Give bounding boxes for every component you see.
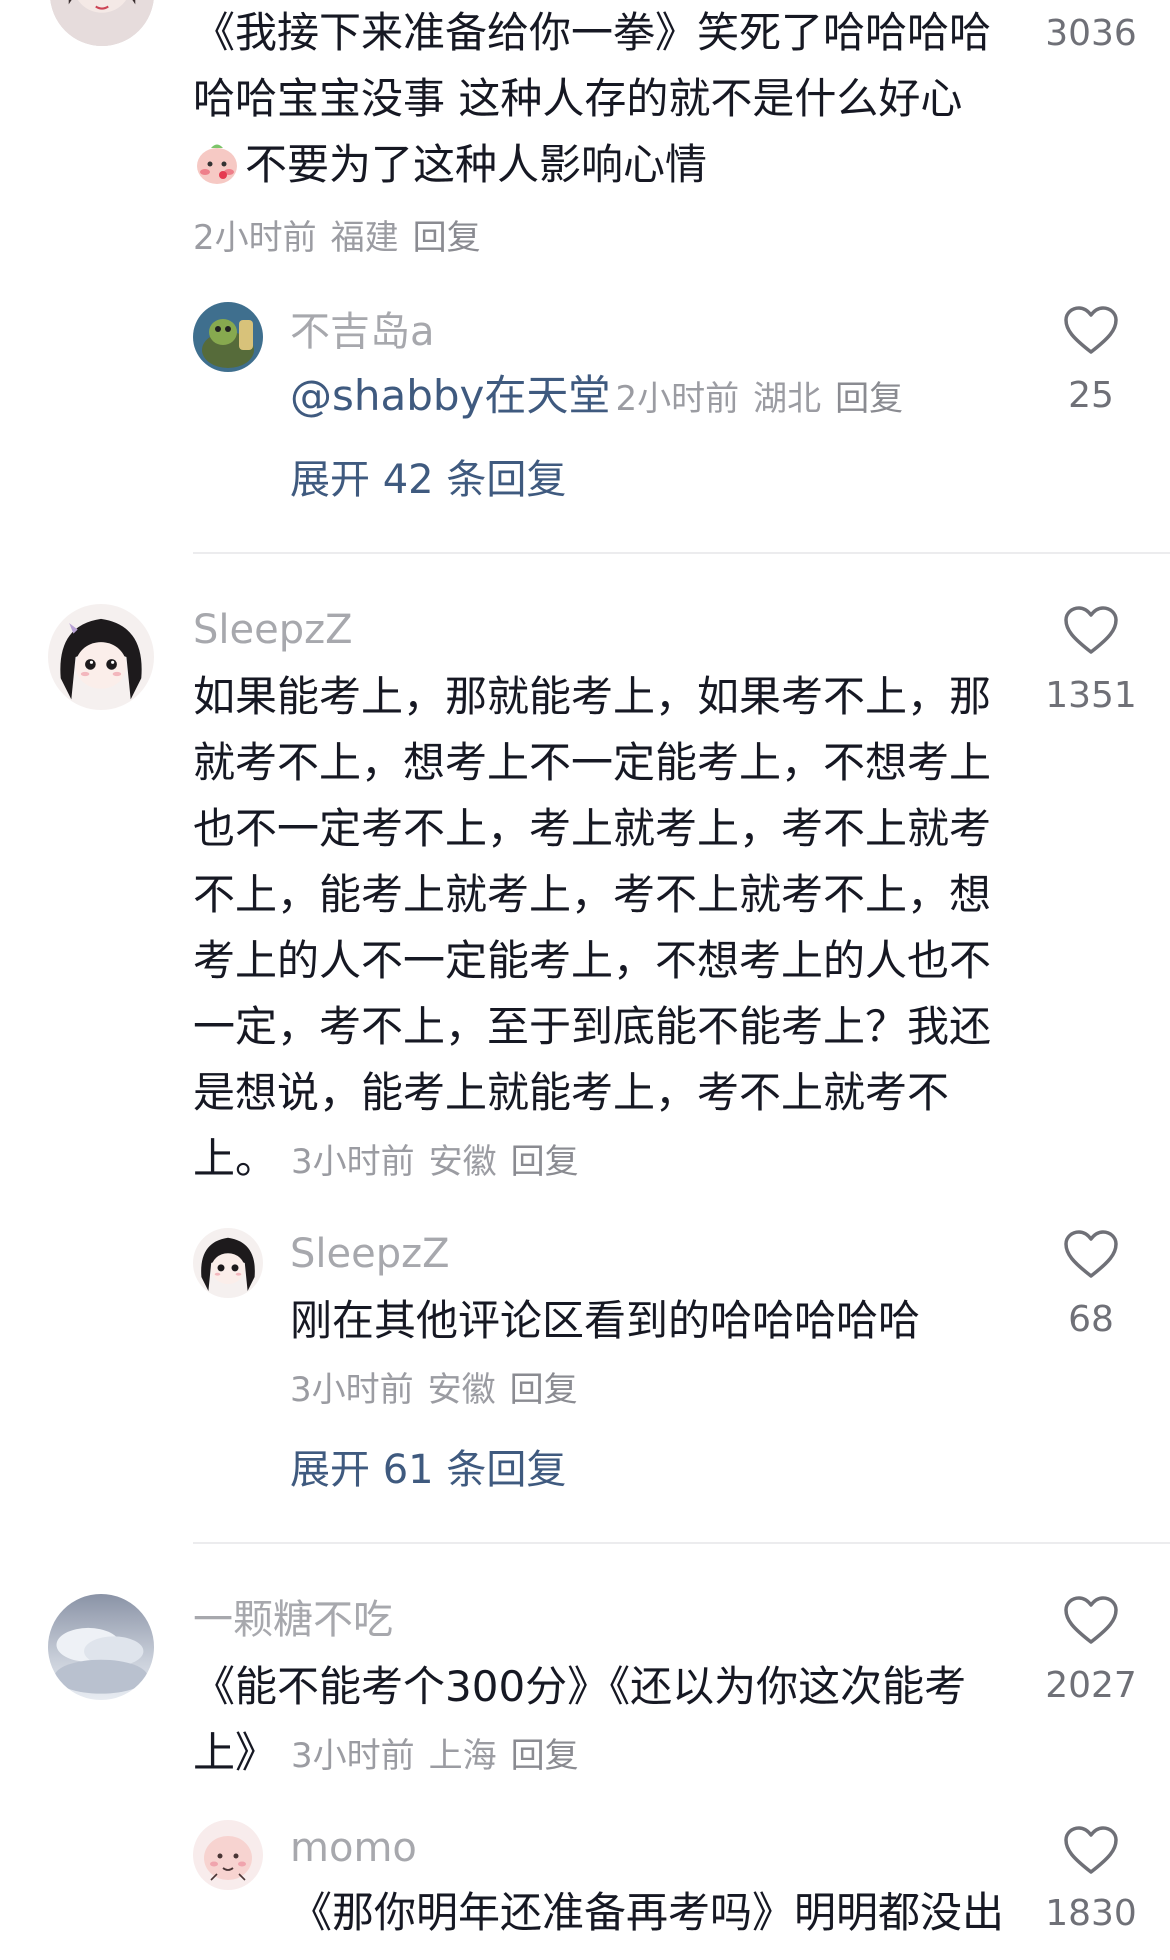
expand-replies-button[interactable]: 展开 61 条回复 [290, 1450, 566, 1490]
like-count: 2027 [1045, 1665, 1137, 1706]
reply-button[interactable]: 回复 [511, 1142, 579, 1182]
divider [193, 552, 1170, 554]
reply-meta: 3小时前 安徽 回复 [290, 1370, 592, 1410]
blushing-face-emoji-icon [193, 139, 241, 187]
reply-username[interactable]: 不吉岛a [290, 312, 435, 352]
comment-username[interactable]: 一颗糖不吃 [193, 1600, 393, 1640]
reply-button[interactable]: 回复 [413, 218, 481, 258]
reply-time: 2小时前 [615, 379, 740, 419]
mention-link[interactable]: @shabby在天堂 [290, 371, 610, 420]
heart-icon[interactable] [1063, 1826, 1119, 1876]
reply-location: 安徽 [427, 1370, 496, 1410]
comment-time: 3小时前 [291, 1142, 415, 1182]
comment-time: 3小时前 [291, 1736, 415, 1776]
divider [193, 1542, 1170, 1544]
reply-username[interactable]: SleepzZ [290, 1234, 450, 1274]
like-count: 1351 [1045, 675, 1137, 716]
reply-text: 《那你明年还准备再考吗》明明都没出 [290, 1888, 1005, 1937]
like-count: 1830 [1045, 1893, 1137, 1934]
avatar[interactable] [48, 1594, 154, 1700]
avatar[interactable] [48, 604, 154, 710]
comment-location: 上海 [428, 1736, 497, 1776]
comment-location: 安徽 [428, 1142, 497, 1182]
like-count: 68 [1068, 1299, 1114, 1340]
reply-button[interactable]: 回复 [511, 1736, 579, 1776]
avatar[interactable] [50, 0, 154, 46]
expand-replies-button[interactable]: 展开 42 条回复 [290, 460, 566, 500]
reply-button[interactable]: 回复 [835, 379, 903, 419]
reply-username[interactable]: momo [290, 1828, 417, 1868]
avatar[interactable] [193, 1228, 263, 1298]
heart-icon[interactable] [1063, 306, 1119, 356]
comment-location: 福建 [330, 218, 399, 258]
heart-icon[interactable] [1063, 1230, 1119, 1280]
heart-icon[interactable] [1063, 1596, 1119, 1646]
comment-meta: 2小时前 福建 回复 [193, 218, 495, 258]
like-count: 25 [1068, 375, 1114, 416]
comment-time: 2小时前 [193, 218, 317, 258]
reply-time: 3小时前 [290, 1370, 414, 1410]
reply-text: 刚在其他评论区看到的哈哈哈哈哈 [290, 1296, 921, 1345]
comment-username[interactable]: SleepzZ [193, 610, 353, 650]
comment-text: 如果能考上，那就能考上，如果考不上，那 就考不上，想考上不一定能考上，不想考上 … [193, 672, 992, 1183]
avatar[interactable] [193, 302, 263, 372]
like-count: 3036 [1045, 13, 1137, 54]
comment-text: 《我接下来准备给你一拳》笑死了哈哈哈哈 哈哈宝宝没事 这种人存的就不是什么好心 … [193, 8, 992, 189]
comment-text: 《能不能考个300分》《还以为你这次能考 上》 3小时前 上海 回复 [193, 1662, 967, 1777]
reply-content: @shabby在天堂 2小时前 湖北 回复 [290, 372, 917, 429]
reply-button[interactable]: 回复 [510, 1370, 578, 1410]
reply-location: 湖北 [753, 379, 822, 419]
heart-icon[interactable] [1063, 606, 1119, 656]
avatar[interactable] [193, 1820, 263, 1890]
